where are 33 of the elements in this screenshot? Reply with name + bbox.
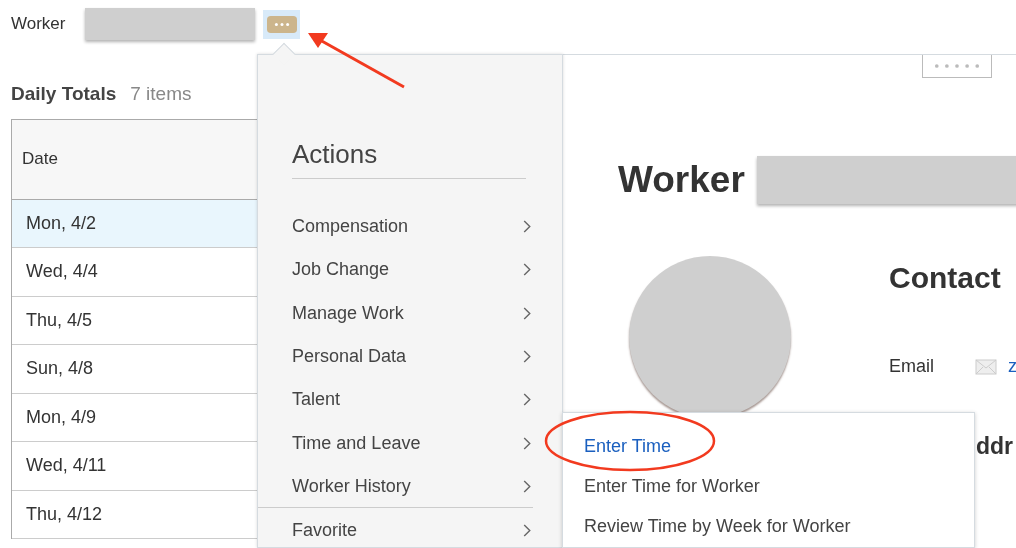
menu-item[interactable]: Time and Leave: [292, 429, 421, 457]
chevron-right-icon: [523, 306, 531, 320]
chevron-right-icon: [523, 350, 531, 364]
section-heading: ddr: [976, 432, 1014, 461]
dots-icon: [934, 63, 980, 69]
submenu-item[interactable]: Enter Time: [584, 432, 672, 460]
field-label: Email: [889, 355, 935, 378]
chevron-right-icon: [523, 479, 531, 493]
profile-title: Worker: [618, 158, 745, 202]
menu-item[interactable]: Favorite: [292, 516, 358, 544]
chevron-right-icon: [523, 436, 531, 450]
section-title: Daily Totals: [11, 82, 117, 106]
more-icon: [266, 15, 297, 33]
section-heading: Contact: [889, 260, 1001, 296]
chevron-right-icon: [523, 220, 531, 234]
submenu-item[interactable]: Enter Time for Worker: [584, 473, 760, 500]
menu-item[interactable]: Job Change: [292, 256, 390, 284]
menu-item[interactable]: Worker History: [292, 472, 411, 500]
drag-handle[interactable]: [922, 55, 992, 78]
more-actions-button[interactable]: [263, 9, 300, 39]
menu-item[interactable]: Talent: [292, 386, 341, 414]
worker-label: Worker: [11, 13, 67, 36]
chevron-right-icon: [523, 523, 531, 537]
submenu-item[interactable]: Review Time by Week for Worker: [584, 513, 851, 541]
menu-item[interactable]: Compensation: [292, 213, 409, 241]
mail-icon: [975, 358, 997, 375]
chevron-right-icon: [523, 263, 531, 277]
email-link[interactable]: z: [1008, 353, 1016, 380]
menu-item[interactable]: Personal Data: [292, 343, 407, 371]
menu-title: Actions: [292, 138, 378, 171]
chevron-right-icon: [523, 393, 531, 407]
menu-item[interactable]: Manage Work: [292, 299, 404, 327]
item-count: 7 items: [130, 82, 192, 106]
